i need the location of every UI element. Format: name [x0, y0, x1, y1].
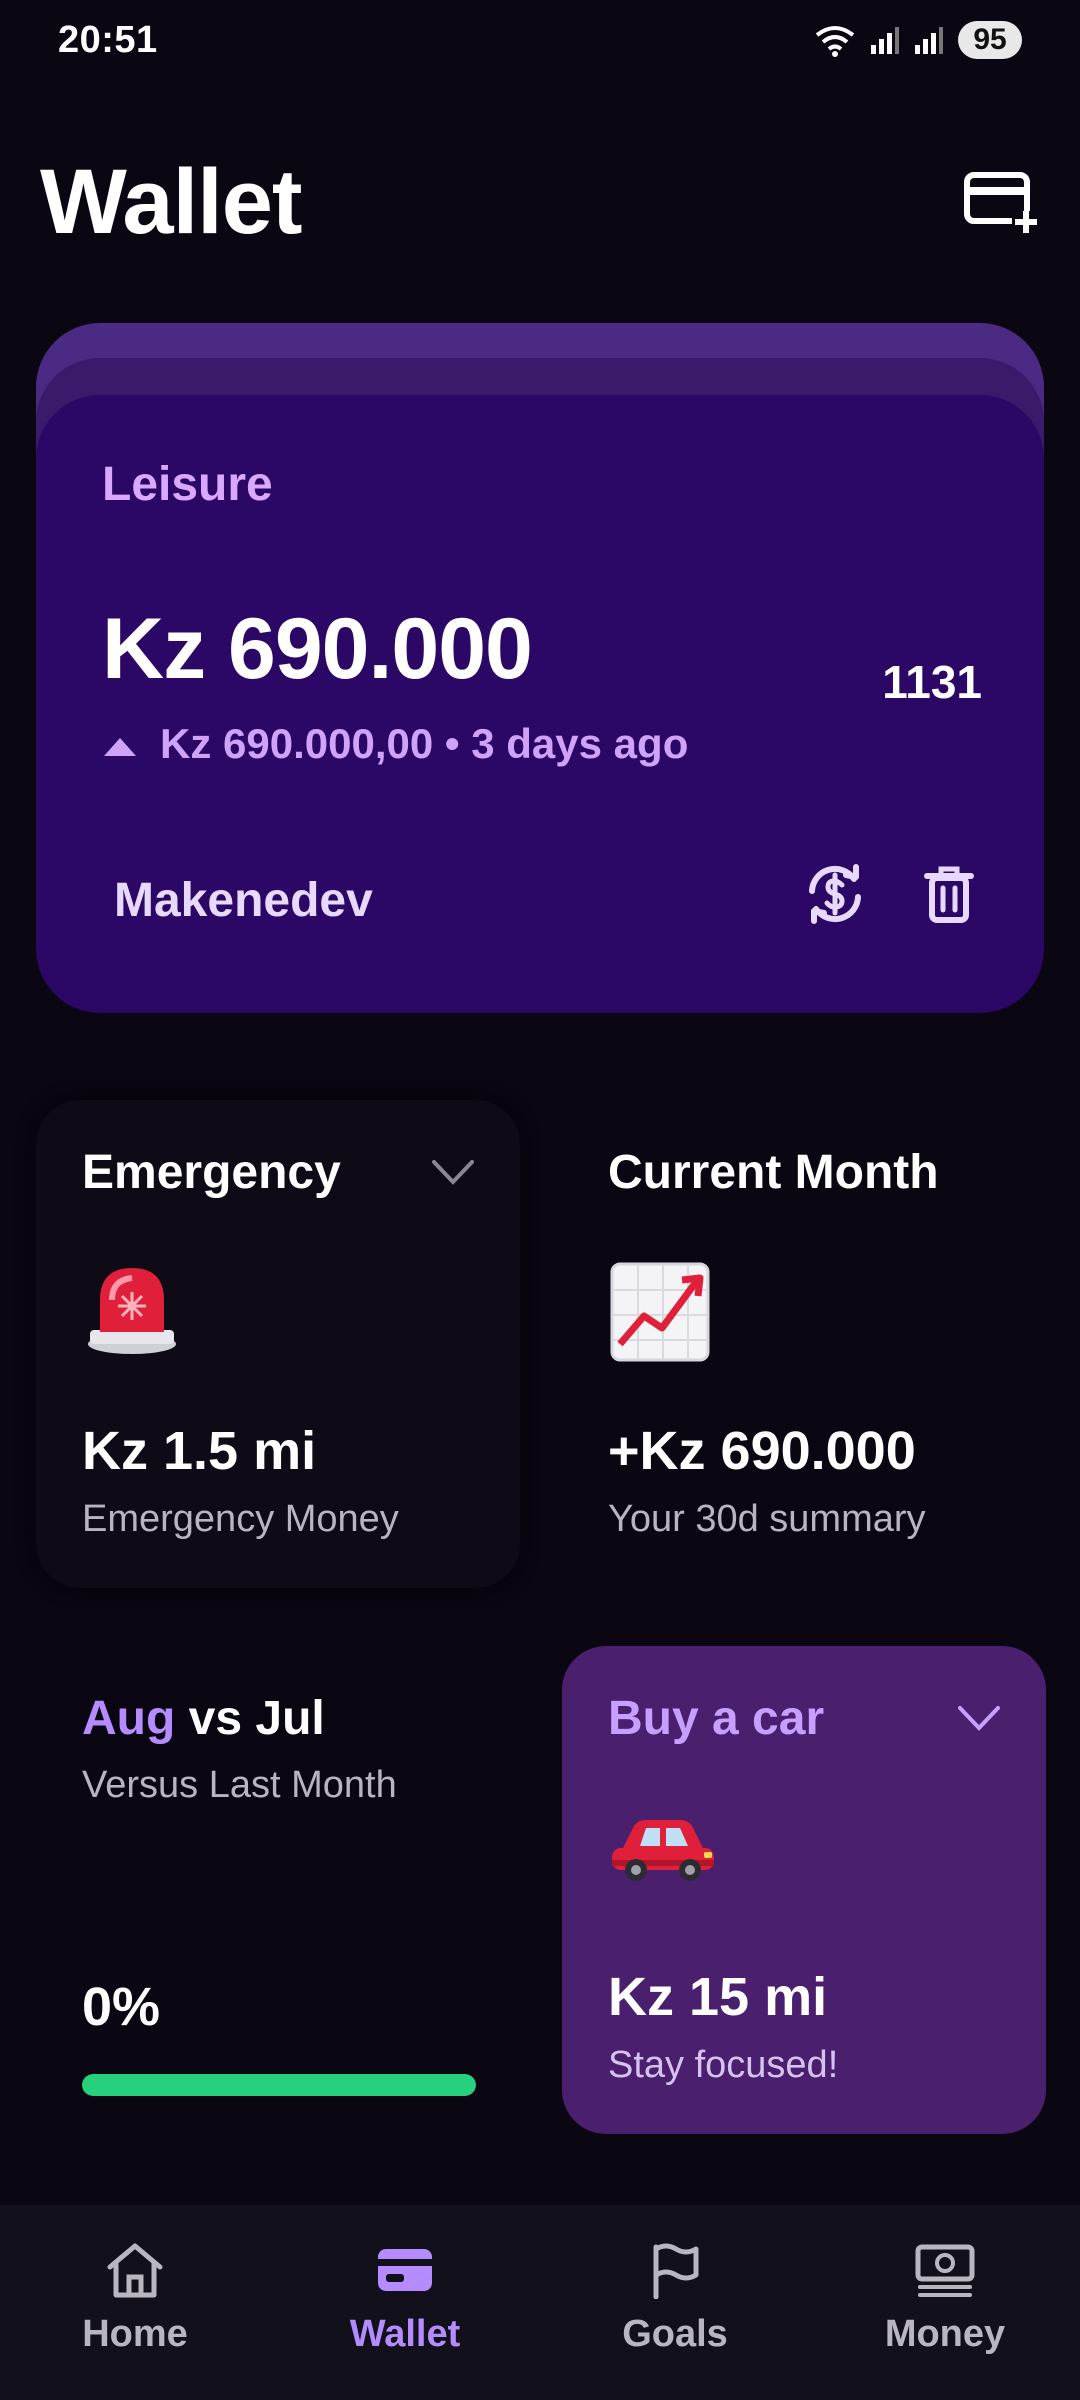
tile-value: +Kz 690.000 — [608, 1421, 916, 1481]
wallet-balance: Kz 690.000 — [102, 601, 533, 697]
page-title: Wallet — [40, 151, 303, 253]
wallet-actions — [802, 863, 982, 929]
add-card-button[interactable] — [962, 170, 1042, 240]
emergency-tile[interactable]: Emergency Kz 1.5 mi Emergency Money — [36, 1100, 520, 1588]
chevron-down-icon[interactable] — [954, 1698, 1004, 1738]
arrow-up-icon — [102, 720, 138, 768]
tile-title: Current Month — [608, 1146, 939, 1199]
nav-home[interactable]: Home — [10, 2241, 260, 2356]
current-month-tile: Current Month +Kz 690.000 Your 30d summa… — [562, 1100, 1046, 1588]
versus-current-month: Aug — [82, 1692, 176, 1745]
wallet-change-text: Kz 690.000,00 • 3 days ago — [160, 720, 689, 767]
versus-progress-bar — [82, 2074, 476, 2096]
money-icon — [914, 2241, 976, 2299]
flag-icon — [644, 2241, 706, 2299]
nav-label: Goals — [622, 2313, 728, 2355]
tile-subtitle: Emergency Money — [82, 1498, 399, 1540]
goal-subtitle: Stay focused! — [608, 2044, 839, 2086]
versus-tile: Aug vs Jul Versus Last Month 0% — [36, 1646, 520, 2134]
goal-tile[interactable]: Buy a car Kz 15 mi Stay focused! — [562, 1646, 1046, 2134]
battery-indicator: 95 — [958, 21, 1022, 59]
home-icon — [104, 2241, 166, 2299]
wallet-card[interactable]: Leisure Kz 690.000 1131 Kz 690.000,00 • … — [36, 395, 1044, 1013]
delete-button[interactable] — [916, 863, 982, 929]
wallet-change: Kz 690.000,00 • 3 days ago — [102, 720, 688, 768]
car-icon — [608, 1806, 718, 1916]
nav-money[interactable]: Money — [820, 2241, 1070, 2356]
siren-icon — [82, 1260, 192, 1370]
signal-icon — [914, 25, 944, 55]
wallet-number: 1131 — [882, 656, 982, 708]
chevron-down-icon[interactable] — [428, 1152, 478, 1192]
tile-value: Kz 1.5 mi — [82, 1421, 317, 1481]
wallet-holder: Makenedev — [114, 874, 373, 927]
chart-increasing-icon — [608, 1260, 718, 1370]
versus-progress-fill — [82, 2074, 476, 2096]
nav-wallet[interactable]: Wallet — [280, 2241, 530, 2356]
status-bar: 20:51 95 — [0, 0, 1080, 80]
status-time: 20:51 — [58, 18, 158, 61]
wallet-icon — [374, 2241, 436, 2299]
versus-previous: vs Jul — [188, 1692, 325, 1745]
nav-goals[interactable]: Goals — [550, 2241, 800, 2356]
goal-title: Buy a car — [608, 1692, 825, 1745]
nav-label: Home — [82, 2313, 188, 2355]
tile-title: Emergency — [82, 1146, 341, 1199]
nav-label: Wallet — [349, 2313, 461, 2355]
wifi-icon — [814, 23, 856, 57]
wallet-name: Leisure — [102, 458, 273, 511]
add-card-icon — [964, 171, 1040, 240]
exchange-button[interactable] — [802, 863, 868, 929]
versus-title: Aug vs Jul — [82, 1691, 325, 1746]
nav-label: Money — [884, 2313, 1006, 2355]
currency-exchange-icon — [802, 861, 868, 932]
signal-icon — [870, 25, 900, 55]
status-icons: 95 — [814, 21, 1022, 59]
versus-percent: 0% — [82, 1977, 161, 2037]
bottom-navigation: Home Wallet Goals Money — [0, 2205, 1080, 2400]
goal-value: Kz 15 mi — [608, 1967, 828, 2027]
versus-subtitle: Versus Last Month — [82, 1764, 397, 1806]
trash-icon — [923, 864, 975, 929]
tile-subtitle: Your 30d summary — [608, 1498, 926, 1540]
